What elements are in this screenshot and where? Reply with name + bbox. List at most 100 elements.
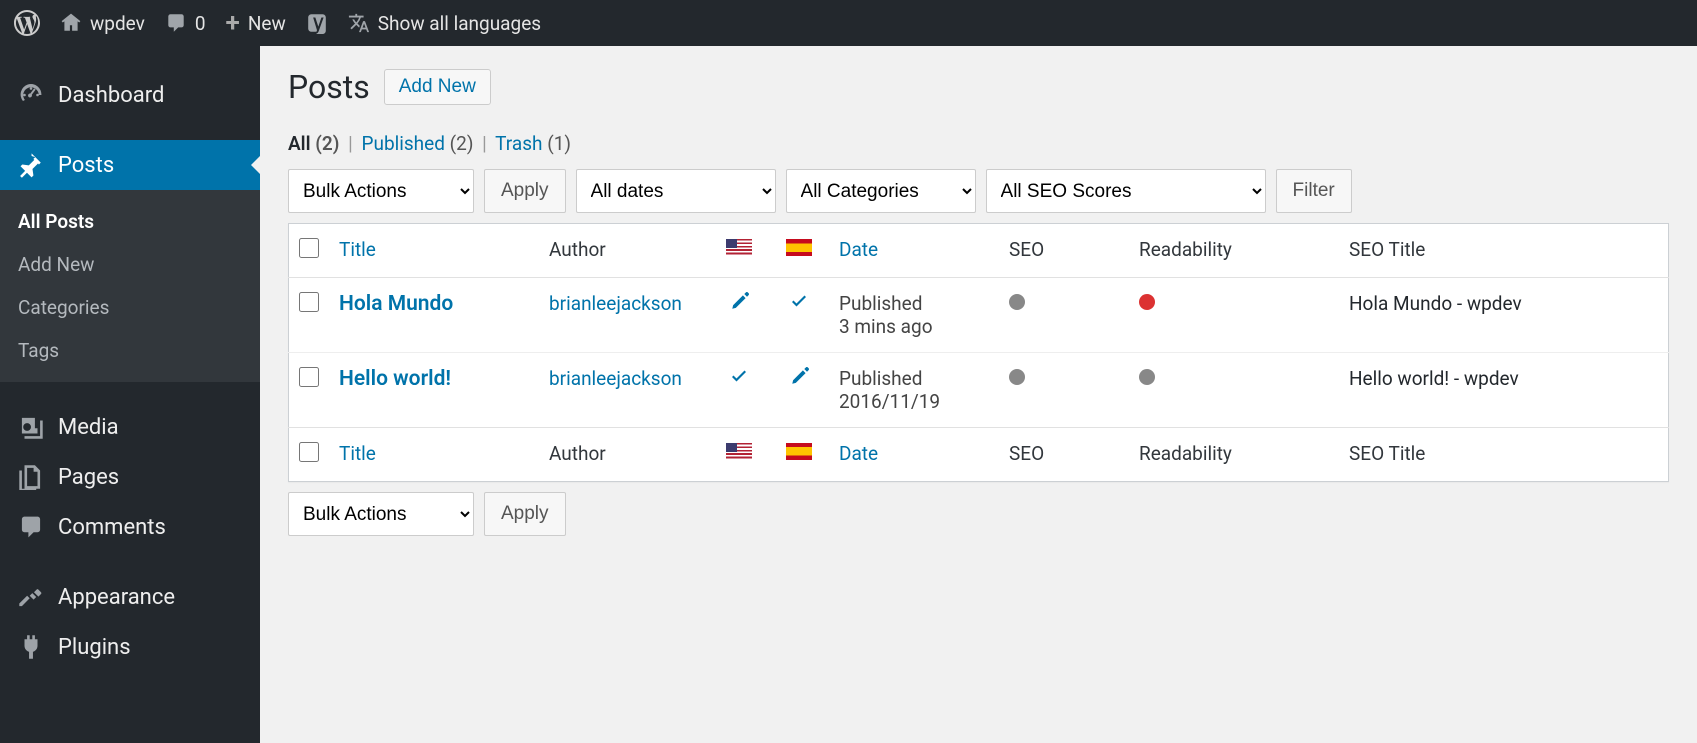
readability-score [1129,353,1339,428]
dates-select[interactable]: All dates [576,169,776,213]
lang-us-cell[interactable] [709,353,769,428]
col-author-foot: Author [539,428,709,482]
filter-all[interactable]: All (2) [288,132,339,155]
page-title: Posts [288,68,370,106]
new-link[interactable]: + New [226,10,286,36]
adminbar: wpdev 0 + New Show all languages [0,0,1697,46]
col-readability-foot: Readability [1129,428,1339,482]
seo-title: Hello world! - wpdev [1339,353,1669,428]
categories-select[interactable]: All Categories [786,169,976,213]
filter-trash[interactable]: Trash (1) [495,132,571,155]
col-seo: SEO [999,224,1129,278]
comment-icon [165,12,187,34]
sidebar-item-comments[interactable]: Comments [0,502,260,552]
sidebar-item-appearance[interactable]: Appearance [0,572,260,622]
sidebar-item-posts[interactable]: Posts [0,140,260,190]
comments-link[interactable]: 0 [165,12,206,35]
col-readability: Readability [1129,224,1339,278]
show-languages-label: Show all languages [378,12,541,35]
col-date[interactable]: Date [829,224,999,278]
col-title-foot[interactable]: Title [329,428,539,482]
posts-submenu: All Posts Add New Categories Tags [0,190,260,382]
date-status: Published [839,367,922,390]
select-all-checkbox-foot[interactable] [299,442,319,462]
filter-published[interactable]: Published (2) [362,132,474,155]
sidebar-label: Comments [58,515,166,540]
home-icon [60,12,82,34]
col-title[interactable]: Title [329,224,539,278]
date-value: 2016/11/19 [839,390,940,413]
status-filters: All (2) | Published (2) | Trash (1) [288,132,1669,155]
filter-button[interactable]: Filter [1276,169,1352,213]
date-status: Published [839,292,922,315]
col-lang-es [769,224,829,278]
lang-es-cell[interactable] [769,278,829,353]
readability-score [1129,278,1339,353]
seo-scores-select[interactable]: All SEO Scores [986,169,1266,213]
pages-icon [18,464,44,490]
apply-button-bottom[interactable]: Apply [484,492,566,536]
sidebar-label: Appearance [58,585,175,610]
new-label: New [248,12,286,35]
add-new-button[interactable]: Add New [384,69,491,105]
es-flag-icon [786,443,812,460]
author-link[interactable]: brianleejackson [549,292,682,315]
sidebar-item-dashboard[interactable]: Dashboard [0,70,260,120]
plugins-icon [18,634,44,660]
comments-icon [18,514,44,540]
check-icon [729,367,749,387]
readability-dot-icon [1139,369,1155,385]
col-date-foot[interactable]: Date [829,428,999,482]
sidebar-label: Plugins [58,635,131,660]
sub-tags[interactable]: Tags [0,329,260,372]
pencil-icon[interactable] [729,292,749,312]
plus-icon: + [226,10,240,36]
sub-all-posts[interactable]: All Posts [0,200,260,243]
pencil-icon[interactable] [789,367,809,387]
wp-logo[interactable] [14,10,40,36]
col-seo-title: SEO Title [1339,224,1669,278]
us-flag-icon [726,239,752,256]
sidebar-label: Pages [58,465,119,490]
row-checkbox[interactable] [299,292,319,312]
sub-add-new[interactable]: Add New [0,243,260,286]
lang-us-cell[interactable] [709,278,769,353]
yoast-icon [306,12,328,34]
readability-dot-icon [1139,294,1155,310]
seo-score [999,353,1129,428]
bulk-actions-select-bottom[interactable]: Bulk Actions [288,492,474,536]
seo-dot-icon [1009,294,1025,310]
author-link[interactable]: brianleejackson [549,367,682,390]
apply-button[interactable]: Apply [484,169,566,213]
sidebar-item-plugins[interactable]: Plugins [0,622,260,672]
post-title-link[interactable]: Hola Mundo [339,292,453,316]
wordpress-icon [14,10,40,36]
translate-icon [348,12,370,34]
col-seo-foot: SEO [999,428,1129,482]
dashboard-icon [18,82,44,108]
col-lang-us [709,224,769,278]
tablenav-top: Bulk Actions Apply All dates All Categor… [288,169,1669,213]
seo-score [999,278,1129,353]
check-icon [789,292,809,312]
row-checkbox[interactable] [299,367,319,387]
lang-es-cell[interactable] [769,353,829,428]
sidebar-item-pages[interactable]: Pages [0,452,260,502]
site-link[interactable]: wpdev [60,12,145,35]
sidebar-label: Posts [58,153,114,178]
comments-count: 0 [195,12,206,35]
yoast-link[interactable] [306,12,328,34]
sidebar-label: Media [58,415,119,440]
show-languages[interactable]: Show all languages [348,12,541,35]
sidebar-item-media[interactable]: Media [0,402,260,452]
table-row: Hello world! brianleejackson Published2016… [289,353,1669,428]
select-all-checkbox[interactable] [299,238,319,258]
post-title-link[interactable]: Hello world! [339,367,451,391]
bulk-actions-select[interactable]: Bulk Actions [288,169,474,213]
table-row: Hola MundobrianleejacksonPublished3 mins… [289,278,1669,353]
pin-icon [18,152,44,178]
appearance-icon [18,584,44,610]
sub-categories[interactable]: Categories [0,286,260,329]
col-author: Author [539,224,709,278]
tablenav-bottom: Bulk Actions Apply [288,492,1669,536]
